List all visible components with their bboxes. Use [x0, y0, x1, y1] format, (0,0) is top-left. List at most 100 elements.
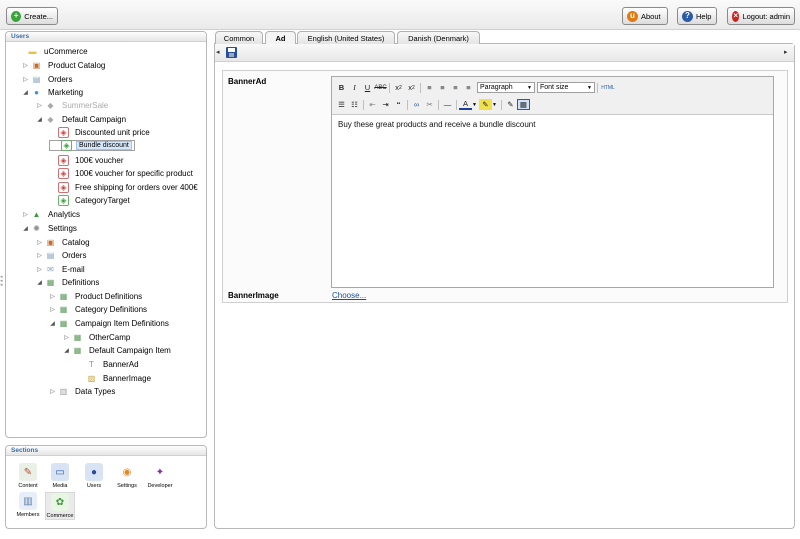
collapse-arrow-icon[interactable]: ◢ — [63, 347, 70, 354]
chevron-down-icon[interactable]: ▼ — [492, 102, 497, 108]
expand-arrow-icon[interactable]: ▷ — [49, 306, 56, 313]
section-content[interactable]: ✎ Content — [13, 463, 43, 489]
save-icon[interactable] — [226, 47, 237, 58]
chevron-down-icon: ▼ — [587, 84, 592, 91]
horizontal-rule-icon[interactable]: — — [441, 99, 454, 110]
tree-node[interactable]: ◢ ● Marketing — [22, 86, 85, 99]
collapse-arrow-icon[interactable]: ◢ — [36, 279, 43, 286]
scroll-right-icon[interactable]: ▸ — [784, 48, 788, 56]
scroll-left-icon[interactable]: ◂ — [216, 48, 220, 56]
tree-node-label: OtherCamp — [89, 333, 131, 342]
tree-node[interactable]: ▷ ▲ Analytics — [22, 208, 82, 221]
tree-node-label: Data Types — [75, 387, 116, 396]
tree-node[interactable]: ▬ uCommerce — [18, 45, 90, 58]
tree-node-label: Settings — [48, 224, 77, 233]
section-settings[interactable]: ◉ Settings — [112, 463, 142, 489]
tree-node[interactable]: ◈ Free shipping for orders over 400€ — [49, 181, 200, 194]
section-commerce[interactable]: ✿ Commerce — [45, 492, 75, 520]
superscript-icon[interactable]: x2 — [405, 82, 418, 93]
tree-node[interactable]: ◢ ◆ Default Campaign — [36, 113, 128, 126]
expand-arrow-icon[interactable]: ▷ — [22, 76, 29, 83]
about-button[interactable]: u About — [622, 7, 668, 25]
align-right-icon[interactable]: ≡ — [449, 82, 462, 93]
section-users[interactable]: ● Users — [79, 463, 109, 489]
tree-node[interactable]: ▷ ▦ Category Definitions — [49, 303, 149, 316]
align-center-icon[interactable]: ≡ — [436, 82, 449, 93]
section-label: Media — [52, 483, 68, 489]
font-size-select[interactable]: Font size ▼ — [537, 82, 595, 93]
expand-arrow-icon[interactable]: ▷ — [63, 334, 70, 341]
expand-arrow-icon[interactable]: ▷ — [36, 102, 43, 109]
help-button[interactable]: ? Help — [677, 7, 717, 25]
tree-node[interactable]: ▷ ▦ OtherCamp — [63, 331, 132, 344]
campaign-icon: ◆ — [47, 100, 54, 110]
plus-icon: + — [11, 10, 22, 22]
tree-node[interactable]: ◢ ▦ Default Campaign Item — [63, 344, 173, 357]
align-left-icon[interactable]: ≡ — [423, 82, 436, 93]
expand-arrow-icon[interactable]: ▷ — [49, 293, 56, 300]
expand-arrow-icon[interactable]: ▷ — [49, 388, 56, 395]
choose-image-link[interactable]: Choose... — [332, 291, 366, 300]
text-color-icon[interactable]: A — [459, 99, 472, 110]
expand-arrow-icon[interactable]: ▷ — [36, 239, 43, 246]
unlink-icon[interactable]: ✂ — [423, 99, 436, 110]
underline-icon[interactable]: U — [361, 82, 374, 93]
tab-common[interactable]: Common — [215, 31, 263, 44]
expand-arrow-icon[interactable]: ▷ — [36, 252, 43, 259]
tree-node-label: Product Definitions — [75, 292, 143, 301]
strikethrough-icon[interactable]: ABC — [374, 82, 387, 93]
section-developer[interactable]: ✦ Developer — [145, 463, 175, 489]
tree-node[interactable]: ◈ Discounted unit price — [49, 126, 152, 139]
tree-node[interactable]: ◈ 100€ voucher for specific product — [49, 167, 195, 180]
outdent-icon[interactable]: ⇤ — [366, 99, 379, 110]
chevron-down-icon[interactable]: ▼ — [472, 102, 477, 108]
collapse-arrow-icon[interactable]: ◢ — [22, 89, 29, 96]
tree-node[interactable]: ▷ ✉ E-mail — [36, 263, 87, 276]
table-icon[interactable]: ▦ — [516, 99, 530, 110]
tree-node[interactable]: ◢ ▦ Definitions — [36, 276, 101, 289]
format-select[interactable]: Paragraph ▼ — [477, 82, 535, 93]
tree-node[interactable]: ▷ ▣ Product Catalog — [22, 59, 107, 72]
section-media[interactable]: ▭ Media — [45, 463, 75, 489]
tab-danish-denmark[interactable]: Danish (Denmark) — [397, 31, 480, 44]
tree-node[interactable]: ◈ CategoryTarget — [49, 194, 132, 207]
editor-content-text[interactable]: Buy these great products and receive a b… — [338, 120, 535, 129]
collapse-arrow-icon[interactable]: ◢ — [49, 320, 56, 327]
tab-ad[interactable]: Ad — [265, 31, 296, 45]
subscript-icon[interactable]: x2 — [392, 82, 405, 93]
tree-node[interactable]: ◈ 100€ voucher — [49, 154, 125, 167]
highlight-color-icon[interactable]: ✎ — [478, 99, 492, 110]
link-icon[interactable]: ∞ — [410, 99, 423, 110]
section-members[interactable]: ▥ Members — [13, 492, 43, 518]
tree-node[interactable]: ▷ ▦ Product Definitions — [49, 290, 144, 303]
expand-arrow-icon[interactable]: ▷ — [22, 211, 29, 218]
tree-node[interactable]: ◈ Bundle discount — [49, 140, 135, 151]
tab-english-united-states[interactable]: English (United States) — [297, 31, 395, 44]
logout-button[interactable]: × Logout: admin — [727, 7, 795, 25]
html-source-button[interactable]: HTML — [600, 82, 616, 93]
numbered-list-icon[interactable]: ☷ — [348, 99, 361, 110]
tree-node[interactable]: ▷ ▤ Orders — [36, 249, 88, 262]
tree-node[interactable]: ▷ ▥ Data Types — [49, 385, 117, 398]
tree-node[interactable]: ▷ ▤ Orders — [22, 73, 74, 86]
create-button[interactable]: + Create... — [6, 7, 58, 25]
expand-arrow-icon[interactable]: ▷ — [36, 266, 43, 273]
tree-node[interactable]: ▷ ▣ Catalog — [36, 236, 92, 249]
members-icon: ▥ — [19, 492, 37, 510]
align-justify-icon[interactable]: ≡ — [462, 82, 475, 93]
tree-node[interactable]: ◢ ✺ Settings — [22, 222, 79, 235]
bullet-list-icon[interactable]: ☰ — [335, 99, 348, 110]
blockquote-icon[interactable]: “ — [392, 99, 405, 110]
tree-node[interactable]: ▨ BannerImage — [77, 372, 153, 385]
edit-icon[interactable]: ✎ — [504, 99, 517, 110]
expand-arrow-icon[interactable]: ▷ — [22, 62, 29, 69]
italic-icon[interactable]: I — [348, 82, 361, 93]
tree-node[interactable]: ▷ ◆ SummerSale — [36, 99, 110, 112]
bold-icon[interactable]: B — [335, 82, 348, 93]
tree-node[interactable]: ◢ ▦ Campaign Item Definitions — [49, 317, 171, 330]
tree-node[interactable]: T BannerAd — [77, 358, 141, 371]
collapse-arrow-icon[interactable]: ◢ — [22, 225, 29, 232]
resize-handle[interactable]: ◂ ◂ ◂ — [0, 275, 4, 288]
indent-icon[interactable]: ⇥ — [379, 99, 392, 110]
collapse-arrow-icon[interactable]: ◢ — [36, 116, 43, 123]
